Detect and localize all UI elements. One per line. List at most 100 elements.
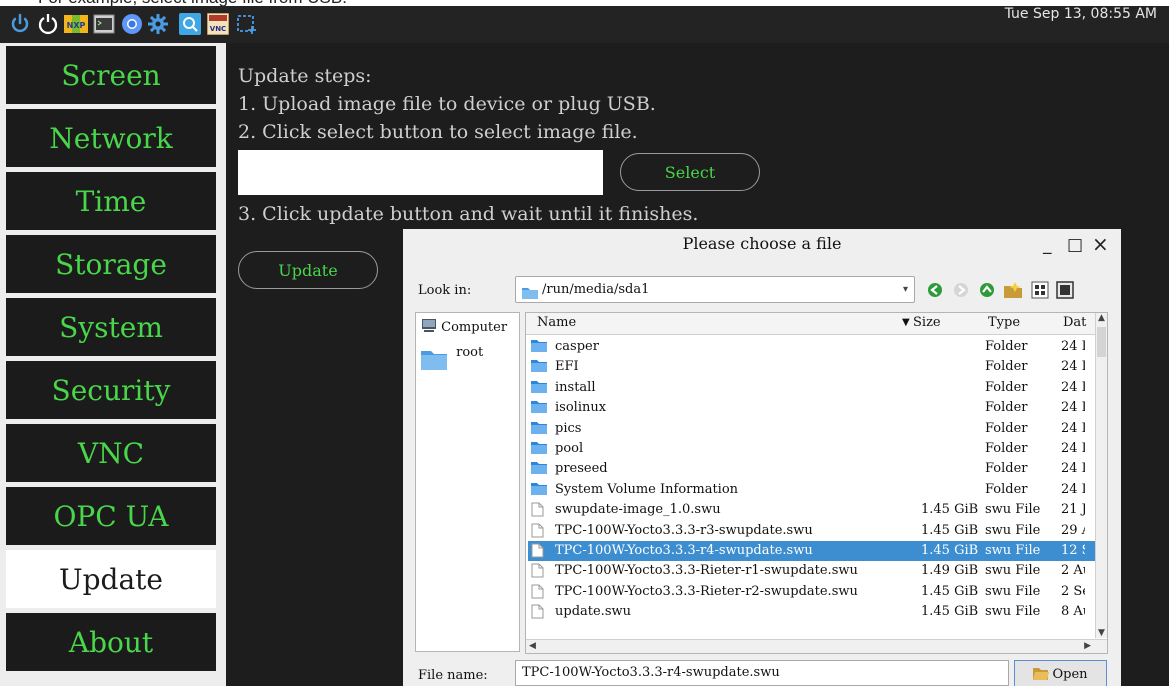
file-type-cell: Folder xyxy=(985,400,1028,416)
file-row[interactable]: isolinux Folder 24 I xyxy=(528,398,1097,418)
places-pane: Computer root xyxy=(415,312,520,652)
file-icon xyxy=(531,604,544,626)
file-row[interactable]: casper Folder 24 I xyxy=(528,337,1097,357)
settings-gear-icon[interactable] xyxy=(146,12,170,36)
horizontal-scrollbar[interactable]: ◀ ▶ xyxy=(526,639,1107,653)
clock: Tue Sep 13, 08:55 AM xyxy=(1004,6,1157,22)
file-row[interactable]: TPC-100W-Yocto3.3.3-r3-swupdate.swu 1.45 … xyxy=(528,521,1097,541)
look-in-dropdown[interactable]: /run/media/sda1 ▾ xyxy=(515,276,915,303)
place-root-label: root xyxy=(456,345,484,360)
sidebar-item-opc-ua[interactable]: OPC UA xyxy=(6,487,216,545)
tightvnc-icon[interactable]: VNC xyxy=(206,12,230,36)
sidebar-item-screen[interactable]: Screen xyxy=(6,46,216,104)
vertical-scrollbar-thumb[interactable] xyxy=(1097,327,1106,357)
column-header-size[interactable]: Size xyxy=(913,315,941,330)
place-root[interactable]: root xyxy=(421,345,483,370)
scroll-left-icon[interactable]: ◀ xyxy=(529,641,536,651)
file-name-cell: System Volume Information xyxy=(555,481,739,497)
power-icon[interactable] xyxy=(8,12,32,36)
file-date-cell: 21 J xyxy=(1061,502,1085,518)
file-row[interactable]: pics Folder 24 I xyxy=(528,419,1097,439)
file-type-cell: Folder xyxy=(985,339,1028,354)
image-path-input[interactable] xyxy=(238,150,603,195)
sidebar-item-network[interactable]: Network xyxy=(6,109,216,167)
file-row[interactable]: install Folder 24 I xyxy=(528,378,1097,398)
back-icon[interactable] xyxy=(924,279,946,301)
scroll-down-icon[interactable]: ▼ xyxy=(1098,628,1105,638)
update-button[interactable]: Update xyxy=(238,251,378,289)
step-1-text: 1. Upload image file to device or plug U… xyxy=(238,93,656,115)
file-row[interactable]: System Volume Information Folder 24 I xyxy=(528,480,1097,500)
place-computer-label: Computer xyxy=(441,320,508,335)
file-list-header: Name ▼ Size Type Dat xyxy=(526,313,1097,335)
scroll-up-icon[interactable]: ▲ xyxy=(1098,313,1105,323)
sidebar-item-vnc[interactable]: VNC xyxy=(6,424,216,482)
file-date-cell: 8 Au xyxy=(1061,604,1085,620)
search-app-icon[interactable] xyxy=(178,12,202,36)
place-computer[interactable]: Computer xyxy=(421,318,507,335)
column-header-type[interactable]: Type xyxy=(988,315,1020,330)
nxp-logo-icon[interactable]: NXP xyxy=(64,12,88,36)
open-button[interactable]: Open xyxy=(1014,660,1107,686)
file-date-cell: 2 Au xyxy=(1061,563,1085,579)
scroll-right-icon[interactable]: ▶ xyxy=(1084,641,1091,651)
file-row[interactable]: TPC-100W-Yocto3.3.3-r4-swupdate.swu 1.45 … xyxy=(528,541,1097,561)
file-row[interactable]: swupdate-image_1.0.swu 1.45 GiB swu File 21… xyxy=(528,500,1097,520)
select-button[interactable]: Select xyxy=(620,153,760,191)
file-date-cell: 24 I xyxy=(1061,379,1085,395)
file-name-cell: swupdate-image_1.0.swu xyxy=(555,502,721,518)
logout-icon[interactable] xyxy=(36,12,60,36)
terminal-icon[interactable] xyxy=(92,12,116,36)
file-date-cell: 24 I xyxy=(1061,359,1085,375)
file-name-cell: TPC-100W-Yocto3.3.3-r3-swupdate.swu xyxy=(555,522,813,538)
file-date-cell: 24 I xyxy=(1061,400,1085,416)
new-folder-icon[interactable] xyxy=(1002,279,1024,301)
file-row[interactable]: preseed Folder 24 I xyxy=(528,459,1097,479)
column-header-date[interactable]: Dat xyxy=(1063,315,1086,330)
file-row[interactable]: pool Folder 24 I xyxy=(528,439,1097,459)
chromium-icon[interactable] xyxy=(120,12,144,36)
steps-heading: Update steps: xyxy=(238,65,372,87)
file-chooser-dialog: Please choose a file _ □ × Look in: /run… xyxy=(403,229,1121,686)
file-row[interactable]: update.swu 1.45 GiB swu File 8 Au xyxy=(528,602,1097,622)
look-in-label: Look in: xyxy=(418,283,472,298)
computer-icon xyxy=(421,319,437,335)
file-name-label: File name: xyxy=(418,668,488,683)
folder-icon xyxy=(531,482,547,502)
forward-icon[interactable] xyxy=(950,279,972,301)
file-type-cell: swu File xyxy=(985,543,1041,558)
file-date-cell: 24 I xyxy=(1061,461,1085,477)
icon-view-icon[interactable] xyxy=(1029,279,1051,301)
sidebar-item-update[interactable]: Update xyxy=(6,550,216,608)
column-header-name[interactable]: Name xyxy=(537,315,576,330)
file-type-cell: Folder xyxy=(985,359,1028,375)
file-size-cell: 1.45 GiB xyxy=(921,543,979,558)
file-row[interactable]: EFI Folder 24 I xyxy=(528,357,1097,377)
file-name-cell: EFI xyxy=(555,359,579,375)
sidebar-item-storage[interactable]: Storage xyxy=(6,235,216,293)
sidebar-item-system[interactable]: System xyxy=(6,298,216,356)
file-name-cell: update.swu xyxy=(555,604,631,620)
parent-directory-icon[interactable] xyxy=(976,279,998,301)
file-name-cell: install xyxy=(555,379,596,395)
sidebar-item-time[interactable]: Time xyxy=(6,172,216,230)
file-row[interactable]: TPC-100W-Yocto3.3.3-Rieter-r1-swupdate.s… xyxy=(528,561,1097,581)
maximize-icon[interactable]: □ xyxy=(1067,235,1083,255)
file-date-cell: 12 S xyxy=(1061,543,1085,558)
close-icon[interactable]: × xyxy=(1092,232,1109,256)
folder-open-icon xyxy=(1033,667,1052,682)
file-name-input[interactable]: TPC-100W-Yocto3.3.3-r4-swupdate.swu xyxy=(515,660,1009,686)
file-name-cell: pics xyxy=(555,420,582,436)
detail-view-icon[interactable] xyxy=(1054,279,1076,301)
file-type-cell: swu File xyxy=(985,522,1041,538)
file-row[interactable]: TPC-100W-Yocto3.3.3-Rieter-r2-swupdate.s… xyxy=(528,582,1097,602)
screenshot-region-icon[interactable] xyxy=(234,12,258,36)
sidebar-item-security[interactable]: Security xyxy=(6,361,216,419)
file-date-cell: 24 I xyxy=(1061,420,1085,436)
minimize-icon[interactable]: _ xyxy=(1043,235,1052,255)
vertical-scrollbar[interactable]: ▲ ▼ xyxy=(1095,313,1107,638)
folder-icon xyxy=(531,400,547,420)
file-size-cell: 1.45 GiB xyxy=(921,604,979,620)
file-name-cell: isolinux xyxy=(555,400,607,416)
sidebar-item-about[interactable]: About xyxy=(6,613,216,671)
